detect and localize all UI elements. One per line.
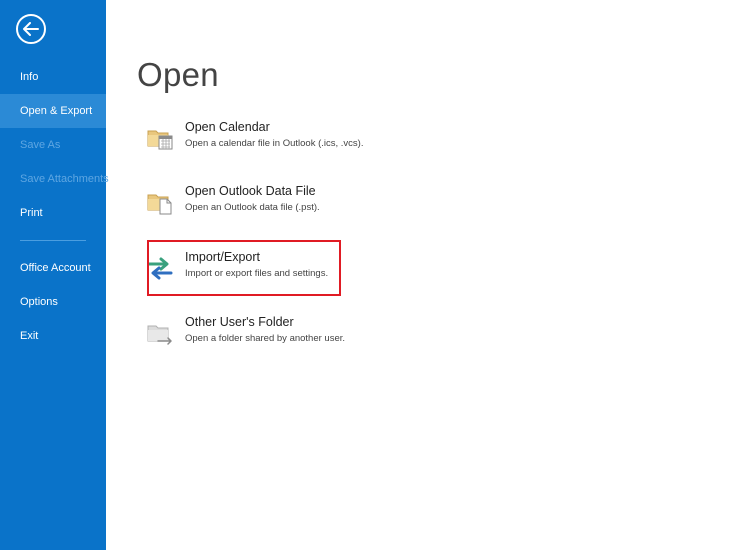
- open-outlook-data-file-button[interactable]: Open Outlook Data File Open an Outlook d…: [146, 184, 342, 240]
- open-data-file-title: Open Outlook Data File: [185, 184, 316, 198]
- nav-item-save-as: Save As: [20, 139, 61, 151]
- calendar-folder-icon: [147, 130, 173, 150]
- open-data-file-description: Open an Outlook data file (.pst).: [185, 202, 320, 213]
- backstage-nav: Info Open & Export Save As Save Attachme…: [0, 60, 109, 353]
- backstage-sidebar: Info Open & Export Save As Save Attachme…: [0, 0, 109, 550]
- nav-item-open-export[interactable]: Open & Export: [0, 94, 106, 128]
- back-arrow-icon: [23, 22, 39, 36]
- nav-item-options[interactable]: Options: [0, 285, 106, 319]
- nav-item-save-attachments: Save Attachments: [20, 173, 109, 185]
- nav-divider: [20, 240, 86, 241]
- nav-item-print[interactable]: Print: [0, 196, 106, 230]
- other-users-folder-title: Other User's Folder: [185, 315, 294, 329]
- page-title: Open: [137, 56, 219, 93]
- open-calendar-title: Open Calendar: [185, 120, 270, 134]
- back-button[interactable]: [16, 14, 46, 44]
- nav-item-info[interactable]: Info: [0, 60, 106, 94]
- open-calendar-button[interactable]: Open Calendar Open a calendar file in Ou…: [146, 120, 363, 176]
- import-export-highlight-box: [147, 240, 341, 296]
- open-calendar-description: Open a calendar file in Outlook (.ics, .…: [185, 138, 364, 149]
- shared-folder-icon: [147, 325, 172, 345]
- other-users-folder-description: Open a folder shared by another user.: [185, 333, 346, 344]
- main-panel: Open Open Calendar Open a calendar file …: [106, 0, 731, 550]
- nav-item-exit[interactable]: Exit: [0, 319, 106, 353]
- other-users-folder-button[interactable]: Other User's Folder Open a folder shared…: [146, 315, 346, 371]
- nav-item-office-account[interactable]: Office Account: [0, 251, 106, 285]
- data-file-folder-icon: [147, 194, 172, 215]
